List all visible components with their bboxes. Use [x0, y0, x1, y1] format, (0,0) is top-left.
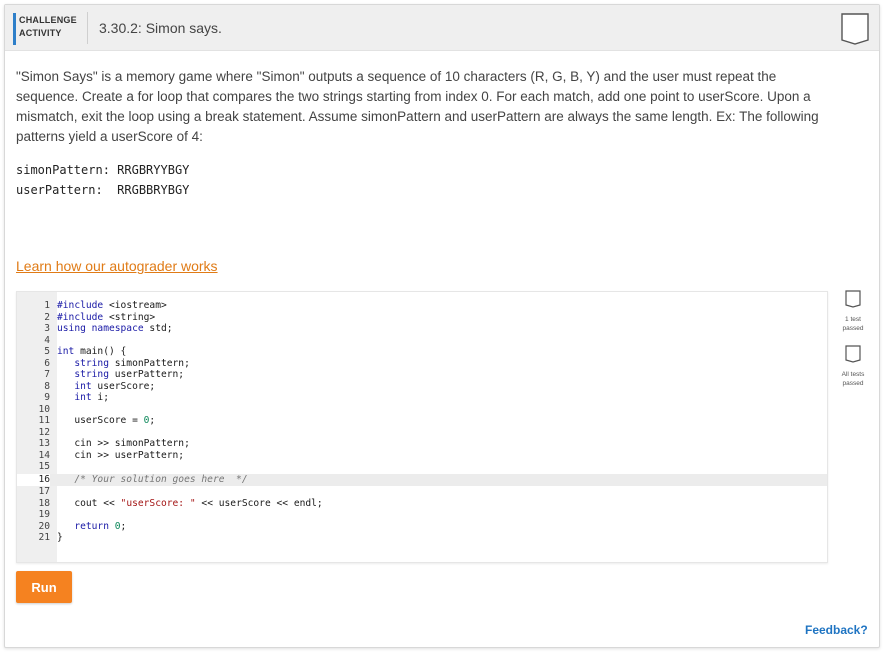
- code-line: 13 cin >> simonPattern;: [38, 438, 190, 449]
- code-line: 4: [44, 334, 50, 346]
- code-line: 8 int userScore;: [44, 380, 156, 392]
- run-button[interactable]: Run: [16, 571, 72, 603]
- code-line: 3 using namespace std;: [44, 323, 173, 334]
- challenge-header: CHALLENGE ACTIVITY 3.30.2: Simon says.: [5, 5, 879, 51]
- code-line: 1 #include <iostream>: [44, 300, 167, 311]
- code-line: 14 cin >> userPattern;: [38, 449, 185, 461]
- user-pattern-example: userPattern: RRGBBRYBGY: [16, 183, 190, 197]
- all-tests-bookmark-icon: [845, 345, 861, 363]
- challenge-badge: CHALLENGE ACTIVITY: [19, 14, 85, 40]
- all-tests-status-label: All tests passed: [841, 371, 865, 387]
- code-line: 15: [38, 461, 50, 472]
- code-line: 19: [38, 509, 50, 520]
- test-status-one: 1 test passed: [837, 290, 869, 333]
- header-divider: [87, 12, 88, 44]
- code-line: 12: [38, 426, 50, 438]
- code-line-editable[interactable]: 16 /* Your solution goes here */: [17, 474, 827, 486]
- code-line: 6 string simonPattern;: [44, 357, 190, 369]
- code-line: 18 cout << "userScore: " << userScore <<…: [38, 497, 323, 509]
- code-line: 21}: [38, 532, 63, 543]
- code-line: 20 return 0;: [38, 520, 127, 532]
- feedback-link[interactable]: Feedback?: [805, 623, 868, 637]
- badge-accent-bar: [13, 13, 16, 45]
- test-bookmark-icon: [845, 290, 861, 308]
- code-line: 5 int main() {: [44, 346, 127, 357]
- badge-line-1: CHALLENGE: [19, 15, 77, 25]
- simon-pattern-example: simonPattern: RRGBRYYBGY: [16, 163, 190, 177]
- activity-title: 3.30.2: Simon says.: [99, 20, 222, 36]
- code-line: 7 string userPattern;: [44, 369, 185, 380]
- test-status-label: 1 test passed: [842, 316, 864, 332]
- code-line: 2 #include <string>: [44, 311, 156, 323]
- autograder-info-link[interactable]: Learn how our autograder works: [16, 258, 218, 274]
- test-status-all: All tests passed: [837, 345, 869, 388]
- code-line: 17: [38, 486, 50, 497]
- completion-bookmark-icon: [841, 13, 869, 45]
- code-line: 10: [38, 403, 50, 415]
- challenge-description: "Simon Says" is a memory game where "Sim…: [16, 69, 819, 144]
- code-line: 11 userScore = 0;: [38, 415, 156, 426]
- challenge-card: CHALLENGE ACTIVITY 3.30.2: Simon says. "…: [4, 4, 880, 648]
- code-line: 9 int i;: [44, 392, 109, 403]
- code-editor[interactable]: 1 #include <iostream> 2 #include <string> …: [16, 291, 828, 563]
- badge-line-2: ACTIVITY: [19, 28, 62, 38]
